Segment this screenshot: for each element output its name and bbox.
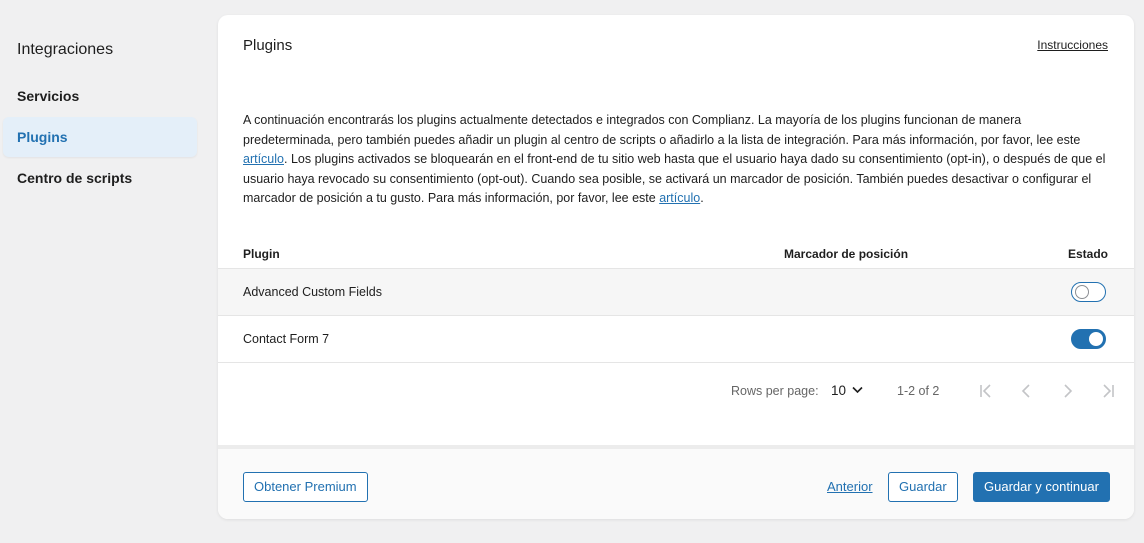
description-text-3: . (700, 191, 704, 206)
last-page-icon[interactable] (1095, 380, 1119, 402)
rows-per-page-select[interactable]: 10 (831, 383, 863, 398)
sidebar: Integraciones Servicios Plugins Centro d… (0, 0, 205, 543)
sidebar-title: Integraciones (17, 41, 114, 58)
column-header-placeholder[interactable]: Marcador de posición (784, 247, 908, 261)
plugin-name: Contact Form 7 (243, 332, 330, 346)
first-page-icon[interactable] (975, 380, 999, 402)
article-link-2[interactable]: artículo (659, 191, 700, 205)
card-title: Plugins (243, 37, 293, 54)
column-header-plugin[interactable]: Plugin (243, 247, 280, 261)
sidebar-item-centro-de-scripts[interactable]: Centro de scripts (3, 158, 197, 198)
chevron-down-icon (852, 385, 863, 397)
toggle-knob (1075, 285, 1089, 299)
sidebar-item-servicios[interactable]: Servicios (3, 76, 197, 116)
rows-per-page-label: Rows per page: (731, 384, 819, 398)
description-text-1: A continuación encontrarás los plugins a… (243, 113, 1081, 147)
pagination-range: 1-2 of 2 (897, 384, 940, 398)
save-and-continue-button[interactable]: Guardar y continuar (973, 472, 1110, 502)
previous-page-icon[interactable] (1015, 380, 1039, 402)
sidebar-item-plugins[interactable]: Plugins (3, 117, 197, 157)
next-page-icon[interactable] (1055, 380, 1079, 402)
toggle-knob (1089, 332, 1103, 346)
plugins-card: Plugins Instrucciones A continuación enc… (218, 15, 1134, 519)
plugin-status-toggle[interactable] (1071, 282, 1106, 302)
save-button[interactable]: Guardar (888, 472, 958, 502)
table-header: Plugin Marcador de posición Estado (218, 239, 1134, 269)
plugin-status-toggle[interactable] (1071, 329, 1106, 349)
column-header-status[interactable]: Estado (1068, 247, 1108, 261)
description: A continuación encontrarás los plugins a… (243, 111, 1109, 209)
card-footer: Obtener Premium Anterior Guardar Guardar… (218, 445, 1134, 519)
article-link-1[interactable]: artículo (243, 152, 284, 166)
table-row: Advanced Custom Fields (218, 269, 1134, 316)
instructions-link[interactable]: Instrucciones (1037, 38, 1108, 52)
rows-per-page-value: 10 (831, 383, 847, 398)
previous-link[interactable]: Anterior (827, 472, 873, 502)
get-premium-button[interactable]: Obtener Premium (243, 472, 368, 502)
plugin-name: Advanced Custom Fields (243, 285, 382, 299)
table-row: Contact Form 7 (218, 316, 1134, 363)
